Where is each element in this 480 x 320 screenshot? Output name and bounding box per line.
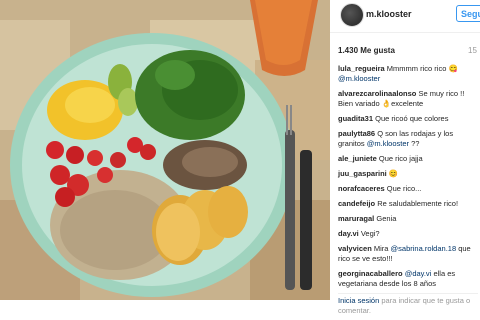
comment-text: Que rico... (386, 184, 422, 193)
comment-username[interactable]: guadita31 (338, 114, 373, 123)
post-header: m.klooster Segu (330, 0, 480, 33)
post-sidebar: m.klooster Segu 1.430 Me gusta 15 lula_r… (330, 0, 480, 320)
comment-text: Mira (373, 244, 391, 253)
comment-item: alvarezcarolinaalonso Se muy rico !! Bie… (338, 89, 480, 109)
comment-text: Que rico jajja (378, 154, 423, 163)
mention-link[interactable]: @m.klooster (338, 74, 380, 83)
avatar[interactable] (340, 3, 364, 27)
food-plate-image (0, 0, 330, 300)
login-link[interactable]: Inicia sesión (338, 296, 379, 305)
comment-username[interactable]: georginacaballero (338, 269, 403, 278)
comment-list: lula_regueira Mmmmm rico rico 😋 @m.kloost… (338, 64, 480, 294)
comment-item: guadita31 Que ricoó que colores (338, 114, 480, 124)
comment-item: maruragal Genia (338, 214, 480, 224)
comment-text: Vegi? (360, 229, 380, 238)
comment-item: candefeijo Re saludablemente rico! (338, 199, 480, 209)
comment-item: paulytta86 Q son las rodajas y los grani… (338, 129, 480, 149)
mention-link[interactable]: @day.vi (405, 269, 432, 278)
comment-text: Re saludablemente rico! (377, 199, 459, 208)
comment-item: ale_juniete Que rico jajja (338, 154, 480, 164)
mention-link[interactable]: @m.klooster (367, 139, 409, 148)
comment-username[interactable]: ale_juniete (338, 154, 377, 163)
comment-username[interactable]: maruragal (338, 214, 374, 223)
comment-item: norafcaceres Que rico... (338, 184, 480, 194)
comment-username[interactable]: day.vi (338, 229, 359, 238)
comment-username[interactable]: lula_regueira (338, 64, 385, 73)
like-count[interactable]: 1.430 Me gusta (338, 46, 395, 55)
comment-username[interactable]: candefeijo (338, 199, 375, 208)
comment-item: day.vi Vegi? (338, 229, 480, 239)
mention-link[interactable]: @sabrina.roldan.18 (391, 244, 457, 253)
comment-username[interactable]: juu_gasparini (338, 169, 387, 178)
comment-username[interactable]: paulytta86 (338, 129, 375, 138)
comment-username[interactable]: valyvicen (338, 244, 372, 253)
follow-button[interactable]: Segu (456, 5, 480, 22)
comment-item: valyvicen Mira @sabrina.roldan.18 que ri… (338, 244, 480, 264)
comment-item: juu_gasparini 😊 (338, 169, 480, 179)
comment-text: 😋 (446, 64, 458, 73)
comment-text: 😊 (388, 169, 399, 178)
comment-username[interactable]: alvarezcarolinaalonso (338, 89, 416, 98)
comment-item: georginacaballero @day.vi ella es vegeta… (338, 269, 480, 289)
comment-text: Genia (376, 214, 397, 223)
login-prompt: Inicia sesión para indicar que te gusta … (338, 293, 478, 316)
post-username[interactable]: m.klooster (366, 9, 412, 19)
comment-text: Que ricoó que colores (375, 114, 449, 123)
comment-item: lula_regueira Mmmmm rico rico 😋 @m.kloost… (338, 64, 480, 84)
comment-text: ?? (409, 139, 420, 148)
post-photo (0, 0, 330, 300)
post-age: 15 (468, 46, 477, 55)
comment-text: Mmmmm rico rico (386, 64, 447, 73)
comment-username[interactable]: norafcaceres (338, 184, 385, 193)
